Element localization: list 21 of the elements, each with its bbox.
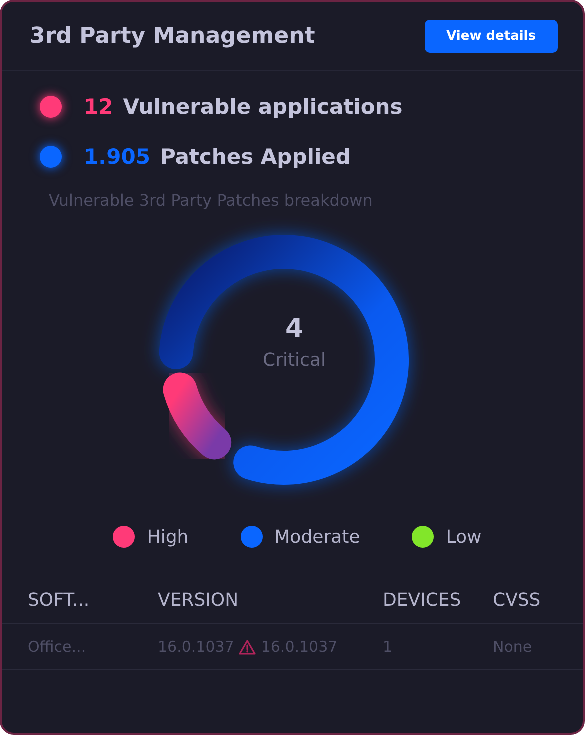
- card-title: 3rd Party Management: [30, 24, 316, 48]
- stat-label: Patches Applied: [160, 145, 351, 169]
- column-header: SOFT...: [2, 580, 158, 624]
- table-cell: Office...: [2, 624, 158, 670]
- critical-label: Critical: [263, 350, 326, 371]
- critical-count: 4: [285, 314, 304, 344]
- table-cell: None: [493, 624, 583, 670]
- column-header: CVSS: [493, 580, 583, 624]
- stat-value: 12: [84, 95, 114, 119]
- chart-title: Vulnerable 3rd Party Patches breakdown: [48, 190, 374, 210]
- column-header: DEVICES: [383, 580, 493, 624]
- table-cell: 1: [383, 624, 493, 670]
- stat-value: 1.905: [84, 145, 150, 169]
- view-details-button[interactable]: View details: [424, 20, 558, 52]
- legend-label: Moderate: [274, 526, 360, 548]
- latest-version: 16.0.1037: [261, 638, 338, 656]
- legend-label: High: [147, 526, 189, 548]
- column-header: VERSION: [158, 580, 383, 624]
- stat-label: Vulnerable applications: [123, 95, 403, 119]
- legend-label: Low: [446, 526, 482, 548]
- installed-version: 16.0.1037: [158, 638, 234, 656]
